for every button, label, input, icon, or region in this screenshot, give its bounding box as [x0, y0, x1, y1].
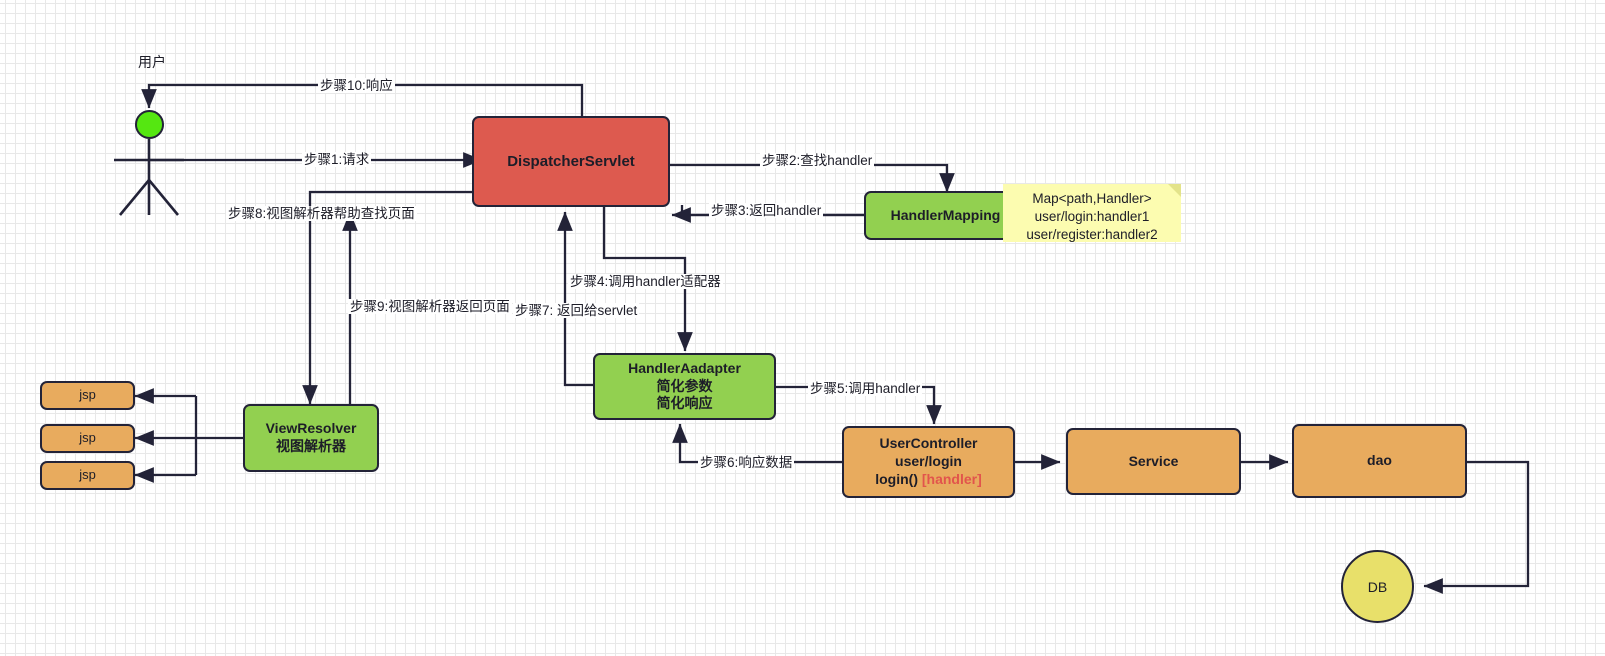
- node-jsp-2[interactable]: jsp: [40, 424, 135, 453]
- node-jsp-3-label: jsp: [79, 467, 96, 483]
- node-user-controller-method: login(): [875, 470, 918, 487]
- node-handler-mapping-label: HandlerMapping: [890, 206, 1001, 223]
- node-handler-adapter-line2: 简化参数: [656, 377, 713, 394]
- edge-step8: [302, 190, 485, 405]
- edge-label-step9: 步骤9:视图解析器返回页面: [348, 299, 512, 314]
- edge-label-step3: 步骤3:返回handler: [709, 203, 824, 218]
- node-handler-adapter-line3: 简化响应: [656, 395, 713, 412]
- actor-leg-left: [118, 179, 151, 216]
- edge-step7: [557, 211, 593, 387]
- node-jsp-1[interactable]: jsp: [40, 381, 135, 410]
- note-line-2: user/login:handler1: [1034, 208, 1150, 224]
- edge-label-step4: 步骤4:调用handler适配器: [568, 274, 723, 289]
- node-service-label: Service: [1128, 452, 1179, 469]
- node-view-resolver[interactable]: ViewResolver 视图解析器: [243, 404, 379, 472]
- node-service[interactable]: Service: [1066, 428, 1241, 495]
- node-dao[interactable]: dao: [1292, 424, 1467, 498]
- handler-mapping-note: Map<path,Handler> user/login:handler1 us…: [1003, 184, 1181, 242]
- actor-head-icon: [135, 110, 164, 139]
- edge-label-step1: 步骤1:请求: [302, 152, 372, 167]
- node-db-label: DB: [1367, 578, 1388, 595]
- actor-leg-right: [147, 179, 180, 216]
- node-dao-label: dao: [1367, 452, 1392, 469]
- node-handler-adapter-title: HandlerAadapter: [628, 359, 741, 376]
- actor-label: 用户: [138, 54, 166, 70]
- diagram-canvas: 用户 DispatcherServlet HandlerMapping Map<…: [0, 0, 1605, 656]
- note-line-3: user/register:handler2: [1026, 226, 1158, 242]
- node-user-controller-method-row: login() [handler]: [875, 471, 982, 489]
- edge-step2: [670, 163, 955, 193]
- edge-label-step2: 步骤2:查找handler: [760, 153, 875, 168]
- edge-label-step7: 步骤7: 返回给servlet: [513, 303, 640, 318]
- edge-label-step5: 步骤5:调用handler: [808, 381, 923, 396]
- note-fold-corner-icon: [1168, 184, 1181, 197]
- edge-label-step10: 步骤10:响应: [318, 78, 395, 93]
- node-jsp-3[interactable]: jsp: [40, 461, 135, 490]
- node-dispatcher-servlet-label: DispatcherServlet: [507, 152, 635, 170]
- node-view-resolver-line2: 视图解析器: [276, 438, 346, 454]
- node-user-controller-title: UserController: [879, 435, 978, 452]
- node-view-resolver-title: ViewResolver: [265, 420, 357, 437]
- node-user-controller-handler-tag: [handler]: [921, 470, 982, 487]
- node-db[interactable]: DB: [1341, 550, 1414, 623]
- edge-label-step8: 步骤8:视图解析器帮助查找页面: [226, 206, 417, 221]
- node-dispatcher-servlet[interactable]: DispatcherServlet: [472, 116, 670, 207]
- node-jsp-2-label: jsp: [79, 430, 96, 446]
- node-user-controller[interactable]: UserController user/login login() [handl…: [842, 426, 1015, 498]
- node-user-controller-path: user/login: [895, 453, 962, 470]
- edge-label-step6: 步骤6:响应数据: [698, 455, 795, 470]
- node-handler-adapter[interactable]: HandlerAadapter 简化参数 简化响应: [593, 353, 776, 420]
- node-jsp-1-label: jsp: [79, 387, 96, 403]
- note-line-1: Map<path,Handler>: [1032, 191, 1152, 206]
